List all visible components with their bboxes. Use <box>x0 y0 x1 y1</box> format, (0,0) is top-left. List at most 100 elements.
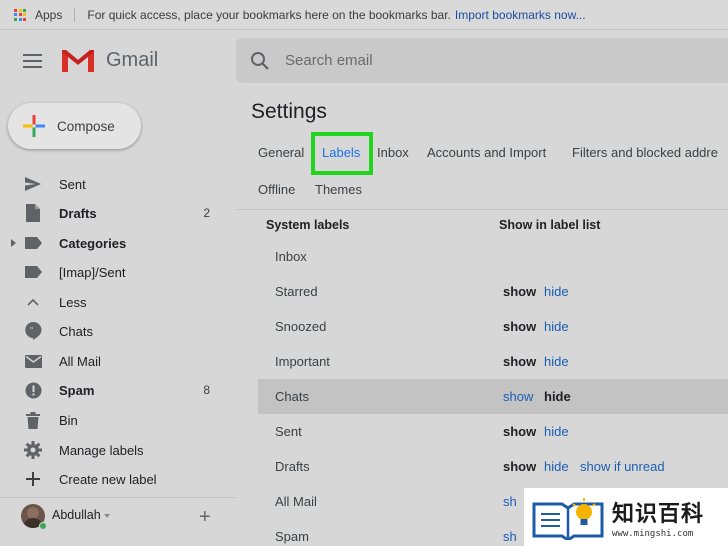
online-status-icon <box>39 522 47 530</box>
import-bookmarks-link[interactable]: Import bookmarks now... <box>455 8 586 22</box>
sidebar-item-label: Less <box>59 294 87 310</box>
sidebar-item-less[interactable]: Less <box>0 288 236 316</box>
sidebar-item-bin[interactable]: Bin <box>0 406 236 434</box>
label-row-sent: Sent show hide <box>258 414 728 449</box>
label-name: Snoozed <box>275 319 327 334</box>
hide-option[interactable]: hide <box>544 389 571 404</box>
plus-icon <box>24 470 42 488</box>
show-option[interactable]: show <box>503 424 536 439</box>
label-row-chats: Chats show hide <box>258 379 728 414</box>
tab-general[interactable]: General <box>258 145 304 160</box>
page-title: Settings <box>251 100 327 123</box>
show-link[interactable]: sh <box>503 529 517 544</box>
search-input[interactable]: Search email <box>285 52 373 69</box>
chat-icon: " <box>24 322 42 340</box>
tab-filters[interactable]: Filters and blocked addre <box>572 145 718 160</box>
show-option[interactable]: show <box>503 319 536 334</box>
sidebar-item-count: 8 <box>203 383 210 397</box>
watermark-url: www.mingshi.com <box>612 529 694 539</box>
draft-icon <box>24 204 42 222</box>
sidebar-item-label: [Imap]/Sent <box>59 264 126 280</box>
sidebar-item-chats[interactable]: " Chats <box>0 317 236 345</box>
book-lightbulb-logo-icon <box>532 498 604 540</box>
sidebar-item-label: All Mail <box>59 353 101 369</box>
labels-tab-highlight-box <box>311 132 373 175</box>
hangouts-user-row: Abdullah + <box>0 497 236 537</box>
settings-tabs: General Labels Inbox Accounts and Import… <box>236 130 728 210</box>
sidebar-item-label: Create new label <box>59 471 157 487</box>
hide-link[interactable]: hide <box>544 459 569 474</box>
label-row-snoozed: Snoozed show hide <box>258 309 728 344</box>
sidebar-item-label: Categories <box>59 235 127 251</box>
label-name: Important <box>275 354 330 369</box>
tab-themes[interactable]: Themes <box>315 182 362 197</box>
show-option[interactable]: show <box>503 459 536 474</box>
sidebar-item-label: Drafts <box>59 205 97 221</box>
tab-accounts-import[interactable]: Accounts and Import <box>427 145 546 160</box>
hide-link[interactable]: hide <box>544 319 569 334</box>
search-bar[interactable]: Search email <box>236 38 728 83</box>
apps-link[interactable]: Apps <box>35 8 62 22</box>
sidebar-item-label: Sent <box>59 176 86 192</box>
show-link[interactable]: show <box>503 389 533 404</box>
label-name: All Mail <box>275 494 317 509</box>
watermark-text: 知识百科 <box>612 501 705 526</box>
show-if-unread-link[interactable]: show if unread <box>580 459 665 474</box>
label-icon <box>24 234 42 252</box>
compose-label: Compose <box>57 118 115 134</box>
sidebar-item-create-label[interactable]: Create new label <box>0 465 236 493</box>
bookmarks-bar: Apps For quick access, place your bookma… <box>0 0 728 30</box>
sidebar-item-manage-labels[interactable]: Manage labels <box>0 436 236 464</box>
hide-link[interactable]: hide <box>544 424 569 439</box>
expand-caret-icon[interactable] <box>11 239 16 247</box>
bookmarks-divider <box>74 7 76 22</box>
tab-inbox[interactable]: Inbox <box>377 145 409 160</box>
mail-icon <box>24 352 42 370</box>
label-row-drafts: Drafts show hide show if unread <box>258 449 728 484</box>
spam-icon <box>24 381 42 399</box>
gmail-wordmark: Gmail <box>106 49 159 71</box>
show-option[interactable]: show <box>503 354 536 369</box>
label-row-inbox: Inbox <box>258 239 728 274</box>
bookmarks-hint: For quick access, place your bookmarks h… <box>87 7 451 22</box>
sidebar-item-all-mail[interactable]: All Mail <box>0 347 236 375</box>
show-link[interactable]: sh <box>503 494 517 509</box>
label-name: Spam <box>275 529 309 544</box>
trash-icon <box>24 411 42 429</box>
label-name: Starred <box>275 284 318 299</box>
apps-grid-icon[interactable] <box>14 8 26 21</box>
column-header-show-in-list: Show in label list <box>499 218 601 232</box>
hide-link[interactable]: hide <box>544 354 569 369</box>
gear-icon <box>24 441 42 459</box>
show-option[interactable]: show <box>503 284 536 299</box>
sidebar-item-label: Bin <box>59 412 78 428</box>
watermark: 知识百科 www.mingshi.com <box>524 488 728 546</box>
label-row-starred: Starred show hide <box>258 274 728 309</box>
sidebar-item-drafts[interactable]: Drafts 2 <box>0 199 236 227</box>
sidebar-item-label: Spam <box>59 382 95 398</box>
sidebar-item-categories[interactable]: Categories <box>0 229 236 257</box>
add-contact-icon[interactable]: + <box>199 507 211 527</box>
sidebar-item-sent[interactable]: Sent <box>0 170 236 198</box>
label-name: Inbox <box>275 249 307 264</box>
sidebar-item-label: Chats <box>59 323 93 339</box>
label-name: Chats <box>275 389 309 404</box>
main-menu-icon[interactable] <box>23 54 42 68</box>
label-icon <box>24 263 42 281</box>
sidebar-item-spam[interactable]: Spam 8 <box>0 376 236 404</box>
chevron-up-icon <box>24 293 42 311</box>
label-name: Sent <box>275 424 302 439</box>
user-name[interactable]: Abdullah <box>52 508 101 522</box>
hide-link[interactable]: hide <box>544 284 569 299</box>
search-icon[interactable] <box>250 51 270 71</box>
tab-offline[interactable]: Offline <box>258 182 295 197</box>
sidebar-item-imap-sent[interactable]: [Imap]/Sent <box>0 258 236 286</box>
chevron-down-icon[interactable] <box>104 514 110 518</box>
compose-plus-icon <box>23 115 45 137</box>
sidebar-item-count: 2 <box>203 206 210 220</box>
label-name: Drafts <box>275 459 310 474</box>
svg-text:": " <box>29 326 33 335</box>
gmail-logo-icon[interactable] <box>60 46 96 74</box>
compose-button[interactable]: Compose <box>8 103 141 149</box>
sidebar-item-label: Manage labels <box>59 442 144 458</box>
